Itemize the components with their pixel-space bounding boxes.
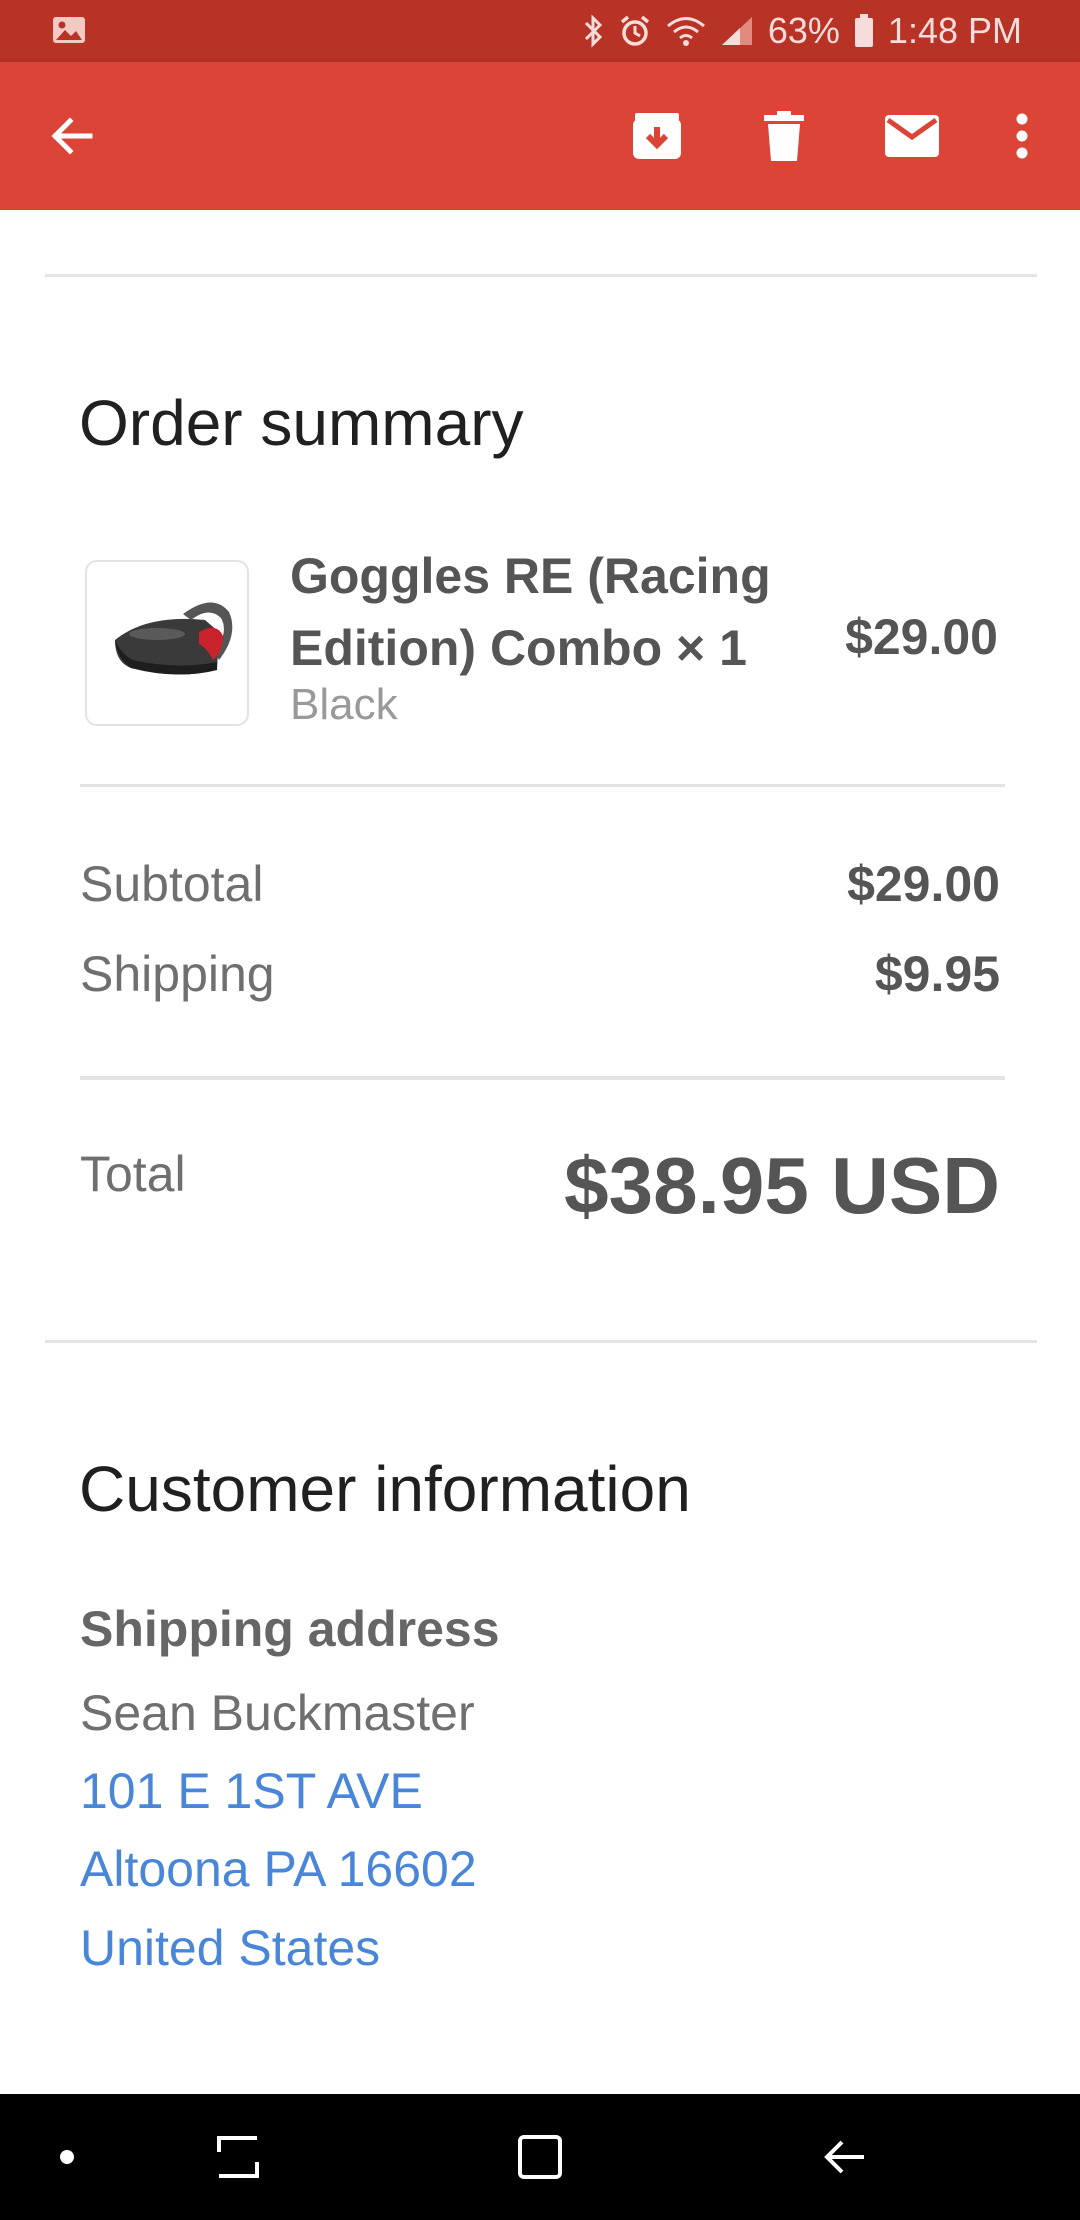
- subtotal-label: Subtotal: [80, 856, 264, 912]
- shipping-label: Shipping: [80, 946, 275, 1002]
- customer-name: Sean Buckmaster: [80, 1685, 475, 1741]
- status-bar: 63% 1:48 PM: [0, 0, 1080, 62]
- more-vert-icon: [1016, 113, 1028, 159]
- home-button[interactable]: [505, 2124, 575, 2190]
- wifi-icon: [666, 15, 706, 47]
- signal-icon: [720, 15, 754, 47]
- back-button[interactable]: [41, 106, 101, 166]
- home-icon: [518, 2135, 562, 2179]
- order-summary-title: Order summary: [79, 387, 524, 459]
- status-icons: 63% 1:48 PM: [582, 0, 1022, 62]
- dot-button[interactable]: [32, 2124, 102, 2190]
- battery-icon: [854, 14, 874, 48]
- customer-information-title: Customer information: [79, 1453, 691, 1525]
- divider: [45, 1340, 1037, 1343]
- address-line1-link[interactable]: 101 E 1ST AVE: [80, 1762, 423, 1820]
- recents-button[interactable]: [203, 2124, 273, 2190]
- clock: 1:48 PM: [887, 10, 1022, 51]
- total-value: $38.95 USD: [564, 1141, 1000, 1230]
- divider: [80, 1076, 1005, 1080]
- recents-icon: [217, 2136, 259, 2178]
- address-line2-link[interactable]: Altoona PA 16602: [80, 1840, 477, 1898]
- navigation-bar: [0, 2094, 1080, 2220]
- more-options-button[interactable]: [992, 106, 1052, 166]
- archive-icon: [633, 113, 681, 159]
- goggles-image: [115, 602, 233, 675]
- product-price: $29.00: [845, 609, 998, 665]
- archive-button[interactable]: [627, 106, 687, 166]
- address-country-link[interactable]: United States: [80, 1919, 380, 1977]
- back-arrow-icon: [51, 117, 93, 155]
- bluetooth-icon: [582, 14, 604, 48]
- delete-icon: [764, 111, 804, 161]
- mark-unread-button[interactable]: [882, 106, 942, 166]
- email-content: Order summary Goggles RE (Racing Edition…: [0, 210, 1080, 2094]
- shipping-address-label: Shipping address: [80, 1601, 500, 1657]
- back-icon: [824, 2140, 864, 2174]
- image-icon: [52, 16, 86, 44]
- dot-icon: [60, 2150, 74, 2164]
- divider: [80, 784, 1005, 787]
- alarm-icon: [618, 14, 652, 48]
- mail-icon: [885, 115, 939, 157]
- product-name: Goggles RE (Racing Edition) Combo × 1: [290, 548, 771, 676]
- total-label: Total: [80, 1146, 186, 1202]
- divider: [45, 274, 1037, 277]
- shipping-value: $9.95: [874, 946, 1000, 1002]
- delete-button[interactable]: [754, 106, 814, 166]
- system-back-button[interactable]: [810, 2124, 880, 2190]
- subtotal-value: $29.00: [847, 856, 1000, 912]
- product-variant: Black: [290, 680, 398, 729]
- app-bar: [0, 62, 1080, 210]
- product-thumbnail: [85, 560, 249, 726]
- battery-percent: 63%: [767, 10, 840, 51]
